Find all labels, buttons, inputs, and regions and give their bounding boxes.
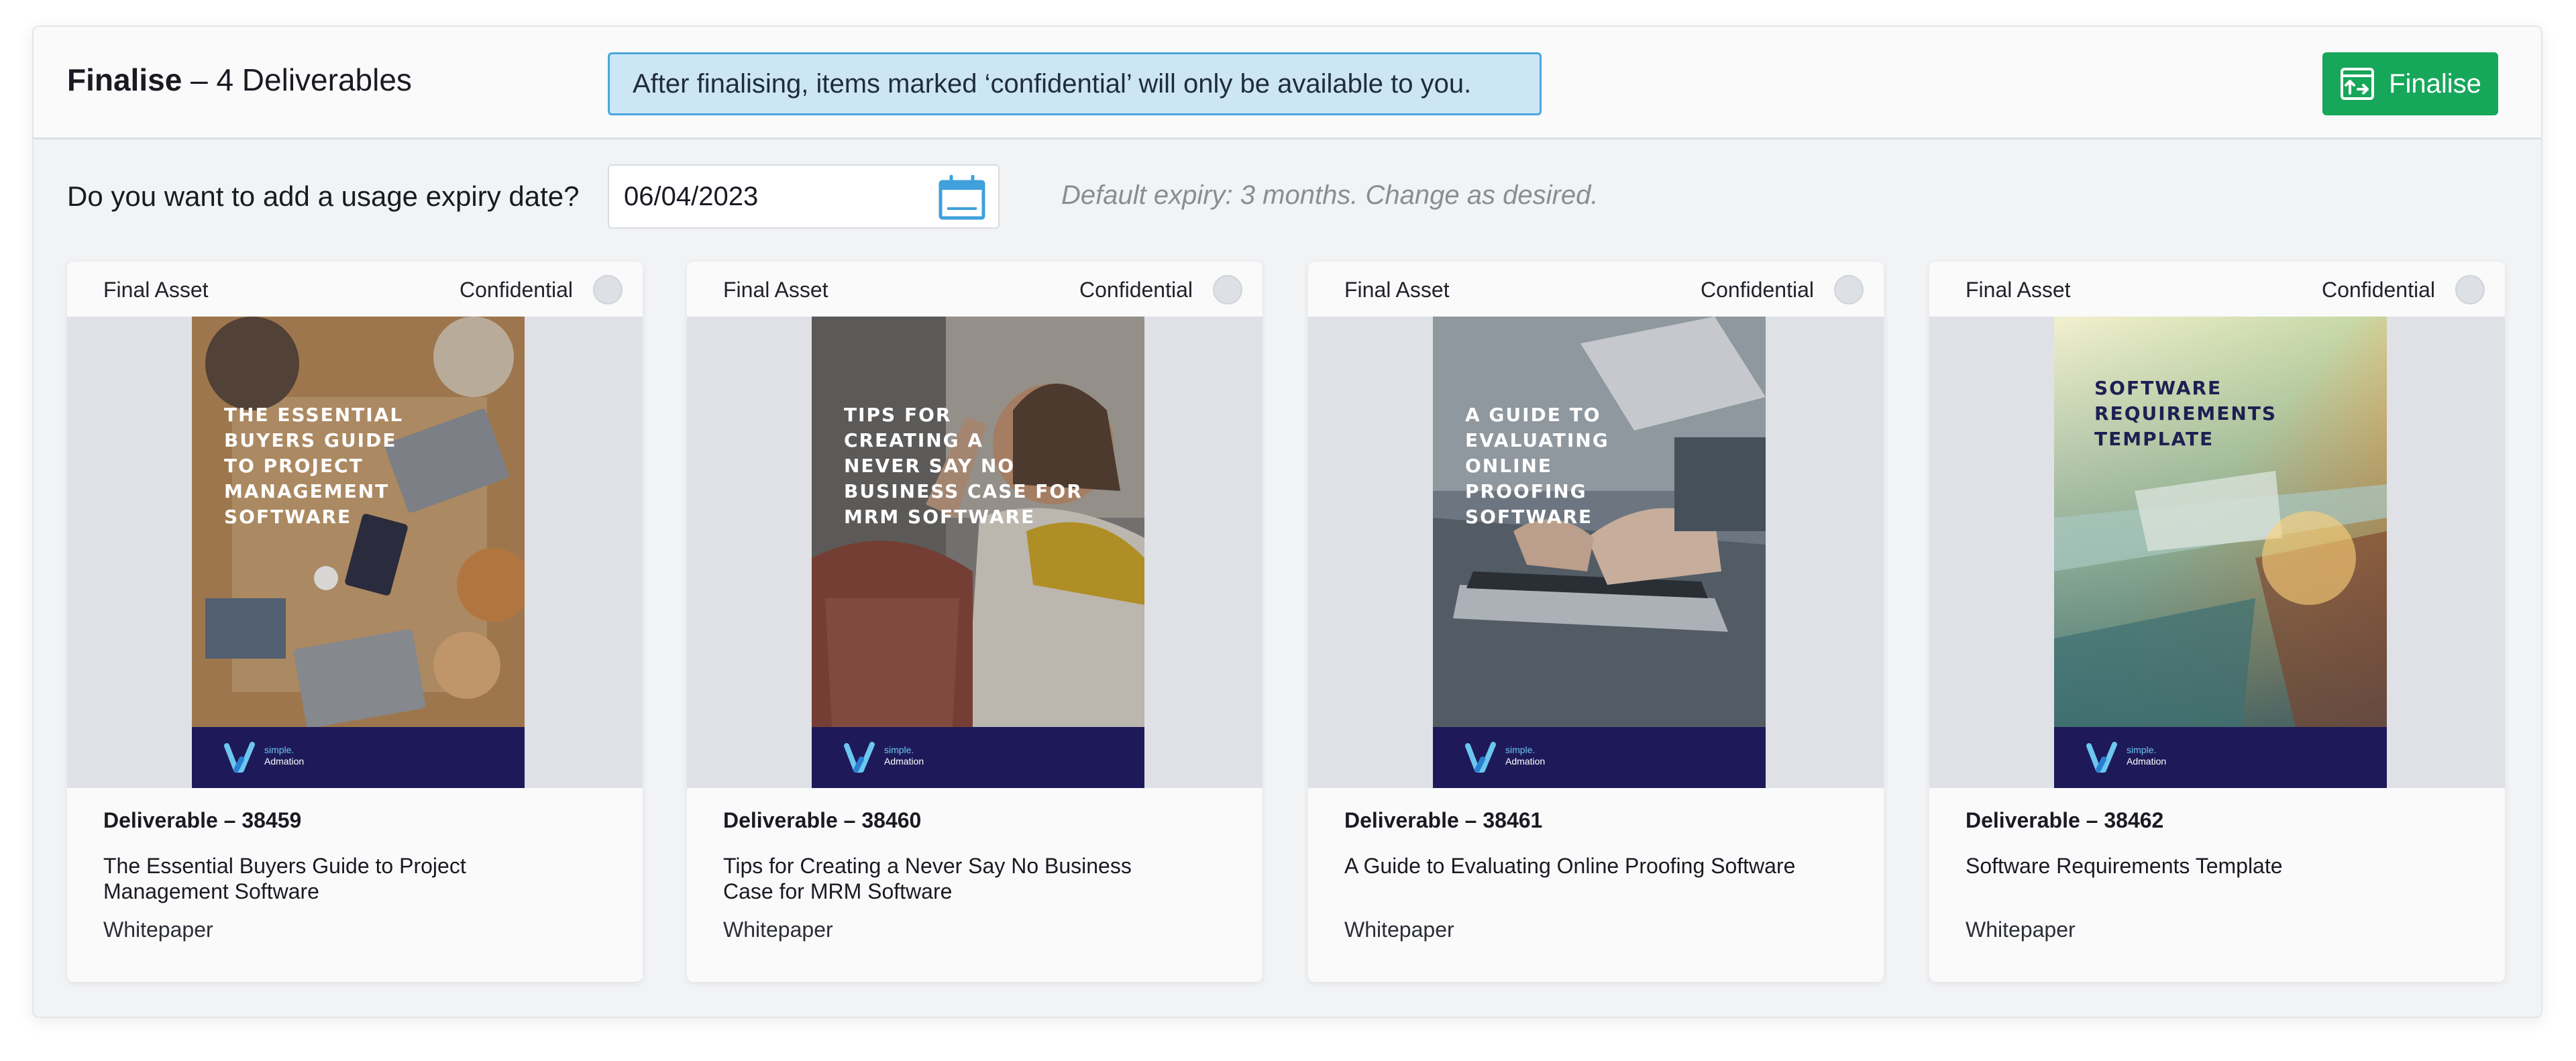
admation-logo-icon [224,742,255,773]
deliverable-card[interactable]: Final Asset Confidential [1929,262,2505,982]
logo-wordmark: simple. Admation [264,744,304,767]
cover-thumbnail[interactable]: THE ESSENTIAL BUYERS GUIDE TO PROJECT MA… [192,317,525,788]
cover-title: THE ESSENTIAL BUYERS GUIDE TO PROJECT MA… [224,404,404,528]
final-asset-label: Final Asset [1344,278,1450,302]
cover-title: A GUIDE TO EVALUATING ONLINE PROOFING SO… [1465,404,1609,528]
deliverable-id: Deliverable – 38462 [1966,808,2164,832]
logo-line2: Admation [884,756,924,767]
logo-line1: simple. [264,744,294,755]
card-header: Final Asset Confidential [1929,262,2505,317]
cover-footer: simple. Admation [812,727,1144,788]
expiry-date-field[interactable] [608,164,1000,229]
deliverable-card[interactable]: Final Asset Confidential [687,262,1263,982]
deliverable-name: A Guide to Evaluating Online Proofing So… [1344,854,1796,878]
cover-preview-area: A GUIDE TO EVALUATING ONLINE PROOFING SO… [1308,317,1884,788]
cover-footer: simple. Admation [1433,727,1766,788]
confidential-toggle[interactable] [1213,275,1242,304]
final-asset-label: Final Asset [103,278,209,302]
card-body: Deliverable – 38462 Software Requirement… [1966,808,2475,942]
card-body: Deliverable – 38461 A Guide to Evaluatin… [1344,808,1854,942]
admation-logo-icon [1465,742,1496,773]
cover-thumbnail[interactable]: TIPS FOR CREATING A NEVER SAY NO BUSINES… [812,317,1144,788]
logo-line2: Admation [1505,756,1546,767]
admation-logo-icon [844,742,875,773]
admation-logo-icon [2086,742,2117,773]
confidential-toggle[interactable] [2455,275,2485,304]
cover-thumbnail[interactable]: A GUIDE TO EVALUATING ONLINE PROOFING SO… [1433,317,1766,788]
logo-line1: simple. [1505,744,1536,755]
expiry-date-input[interactable] [624,178,906,215]
expiry-hint: Default expiry: 3 months. Change as desi… [1061,180,1599,210]
cover-title: TIPS FOR CREATING A NEVER SAY NO BUSINES… [844,404,1083,528]
confidential-label: Confidential [1701,278,1814,302]
logo-wordmark: simple. Admation [1505,744,1545,767]
confidential-label: Confidential [1079,278,1193,302]
logo-line2: Admation [2127,756,2167,767]
deliverable-id: Deliverable – 38459 [103,808,302,832]
logo-line2: Admation [264,756,305,767]
confidential-label: Confidential [460,278,573,302]
cover-thumbnail[interactable]: SOFTWARE REQUIREMENTS TEMPLATE simple. A… [2054,317,2387,788]
confidential-notice: After finalising, items marked ‘confiden… [608,52,1542,115]
finalise-button[interactable]: Finalise [2322,52,2498,115]
deliverable-id: Deliverable – 38461 [1344,808,1543,832]
cover-preview-area: SOFTWARE REQUIREMENTS TEMPLATE simple. A… [1929,317,2505,788]
logo-wordmark: simple. Admation [2127,744,2166,767]
deliverable-id: Deliverable – 38460 [723,808,922,832]
logo-line1: simple. [2127,744,2157,755]
card-body: Deliverable – 38459 The Essential Buyers… [103,808,613,942]
confidential-toggle[interactable] [1834,275,1864,304]
final-asset-label: Final Asset [1966,278,2071,302]
card-body: Deliverable – 38460 Tips for Creating a … [723,808,1233,942]
card-header: Final Asset Confidential [67,262,643,317]
deliverable-type: Whitepaper [723,917,833,942]
finalise-panel: Finalise – 4 Deliverables After finalisi… [32,25,2542,1018]
final-asset-label: Final Asset [723,278,828,302]
deliverable-name: Software Requirements Template [1966,854,2283,878]
cover-footer: simple. Admation [192,727,525,788]
title-bold: Finalise [67,62,182,97]
title-count: – 4 Deliverables [182,62,412,97]
finalise-icon [2341,68,2375,100]
deliverable-type: Whitepaper [103,917,213,942]
logo-wordmark: simple. Admation [884,744,924,767]
cover-preview-area: TIPS FOR CREATING A NEVER SAY NO BUSINES… [687,317,1263,788]
deliverable-card[interactable]: Final Asset Confidential [1308,262,1884,982]
finalise-label: Finalise [2389,68,2481,99]
deliverable-name: Tips for Creating a Never Say No Busines… [723,854,1132,903]
expiry-question: Do you want to add a usage expiry date? [67,180,580,212]
deliverable-name: The Essential Buyers Guide to Project Ma… [103,854,466,903]
card-header: Final Asset Confidential [687,262,1263,317]
page-title: Finalise – 4 Deliverables [67,62,412,98]
deliverable-card[interactable]: Final Asset Confidential [67,262,643,982]
cover-footer: simple. Admation [2054,727,2387,788]
card-header: Final Asset Confidential [1308,262,1884,317]
logo-line1: simple. [884,744,914,755]
panel-header: Finalise – 4 Deliverables After finalisi… [34,27,2541,139]
confidential-label: Confidential [2322,278,2435,302]
deliverable-type: Whitepaper [1344,917,1454,942]
expiry-row: Do you want to add a usage expiry date? … [67,164,2482,231]
confidential-toggle[interactable] [593,275,623,304]
cover-title: SOFTWARE REQUIREMENTS TEMPLATE [2094,377,2277,450]
cover-preview-area: THE ESSENTIAL BUYERS GUIDE TO PROJECT MA… [67,317,643,788]
deliverable-type: Whitepaper [1966,917,2076,942]
calendar-icon[interactable] [938,175,986,221]
